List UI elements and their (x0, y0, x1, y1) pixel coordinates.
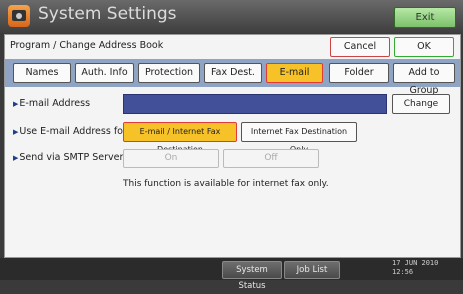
smtp-off-button[interactable]: Off (223, 149, 319, 168)
tab-bar: Names Auth. Info Protection Fax Dest. E-… (5, 59, 460, 96)
tab-e-mail[interactable]: E-mail (266, 63, 323, 83)
use-email-for-label: Use E-mail Address for (13, 126, 127, 137)
job-list-button[interactable]: Job List (284, 261, 340, 279)
email-address-label: E-mail Address (13, 98, 90, 109)
tab-protection[interactable]: Protection (138, 63, 200, 83)
title-bar: System Settings Exit (0, 0, 463, 33)
ok-button[interactable]: OK (394, 37, 454, 57)
system-status-button[interactable]: System Status (222, 261, 282, 291)
smtp-on-button[interactable]: On (123, 149, 219, 168)
tab-fax-dest[interactable]: Fax Dest. (204, 63, 262, 83)
window-title: System Settings (38, 4, 177, 24)
smtp-label: Send via SMTP Server (13, 152, 123, 163)
internet-fax-only-option[interactable]: Internet Fax Destination Only (241, 122, 357, 154)
tab-add-to-group[interactable]: Add to Group (393, 63, 455, 96)
exit-button[interactable]: Exit (394, 7, 456, 28)
date-time: 17 JUN 2010 12:56 (392, 259, 438, 277)
tab-names[interactable]: Names (13, 63, 71, 83)
status-bar: System Status Job List 17 JUN 2010 12:56 (0, 258, 463, 291)
cancel-button[interactable]: Cancel (330, 37, 390, 57)
tab-folder[interactable]: Folder (329, 63, 389, 83)
email-address-field[interactable] (123, 94, 387, 114)
date-text: 17 JUN 2010 (392, 259, 439, 267)
change-button[interactable]: Change (392, 94, 450, 114)
time-text: 12:56 (392, 268, 414, 276)
smtp-note: This function is available for internet … (123, 179, 329, 189)
email-internet-fax-option[interactable]: E-mail / Internet Fax Destination (123, 122, 237, 154)
system-settings-icon (8, 5, 30, 27)
tab-auth-info[interactable]: Auth. Info (75, 63, 134, 83)
main-panel: Program / Change Address Book Cancel OK … (4, 34, 461, 258)
page-title: Program / Change Address Book (10, 40, 164, 51)
